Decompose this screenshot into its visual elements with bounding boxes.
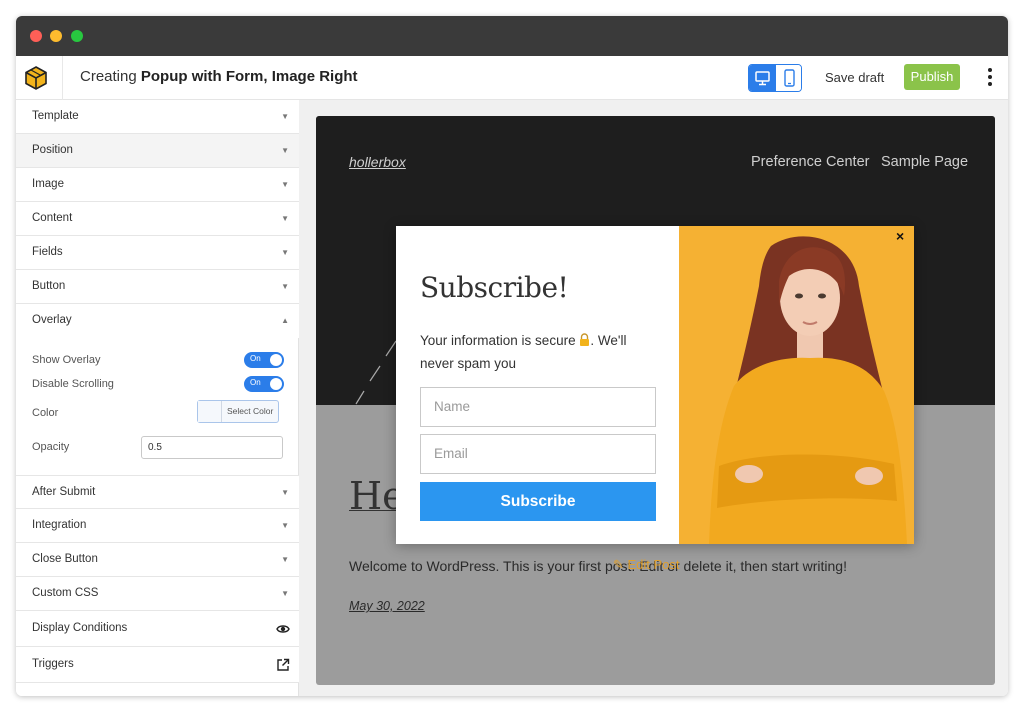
caret-down-icon: ▼ — [281, 214, 289, 223]
section-triggers[interactable]: Triggers — [16, 647, 299, 683]
section-fields[interactable]: Fields ▼ — [16, 236, 299, 270]
caret-down-icon: ▼ — [281, 282, 289, 291]
section-after-submit[interactable]: After Submit ▼ — [16, 475, 299, 509]
device-switcher — [748, 64, 802, 92]
toolbar-divider — [62, 56, 63, 100]
section-label: Close Button — [32, 553, 98, 565]
nav-link-preference-center[interactable]: Preference Center — [751, 154, 869, 170]
section-template[interactable]: Template ▼ — [16, 100, 299, 134]
section-close-button[interactable]: Close Button ▼ — [16, 543, 299, 577]
name-field[interactable]: Name — [420, 387, 656, 427]
section-label: Button — [32, 280, 66, 292]
toggle-knob — [270, 378, 282, 390]
section-label: Integration — [32, 519, 87, 531]
disable-scrolling-label: Disable Scrolling — [32, 378, 114, 390]
publish-button[interactable]: Publish — [904, 64, 960, 90]
subscribe-button[interactable]: Subscribe — [420, 482, 656, 521]
toggle-state: On — [250, 378, 261, 387]
toggle-state: On — [250, 354, 261, 363]
external-link-icon — [277, 658, 290, 671]
edit-post-label: Edit Post — [627, 557, 680, 572]
section-label: Custom CSS — [32, 587, 99, 599]
section-label: Position — [32, 144, 73, 156]
site-brand-link[interactable]: hollerbox — [349, 154, 406, 170]
save-draft-button[interactable]: Save draft — [825, 70, 884, 85]
desktop-icon — [755, 71, 770, 86]
window-maximize-button[interactable] — [71, 30, 83, 42]
preview-canvas: hollerbox Preference Center Sample Page … — [299, 100, 1008, 696]
more-options-icon[interactable] — [982, 66, 998, 88]
section-custom-css[interactable]: Custom CSS ▼ — [16, 577, 299, 611]
desktop-view-button[interactable] — [749, 65, 776, 91]
mobile-icon — [784, 69, 795, 87]
section-label: After Submit — [32, 486, 96, 498]
editor-toolbar: Creating Popup with Form, Image Right Sa… — [16, 56, 1008, 100]
section-overlay[interactable]: Overlay ▲ — [16, 304, 299, 338]
woman-portrait-illustration — [679, 226, 914, 544]
select-color-label: Select Color — [227, 406, 274, 416]
section-image[interactable]: Image ▼ — [16, 168, 299, 202]
caret-down-icon: ▼ — [281, 488, 289, 497]
popup-preview: Subscribe! Your information is secure . … — [396, 226, 914, 544]
section-button[interactable]: Button ▼ — [16, 270, 299, 304]
window-minimize-button[interactable] — [50, 30, 62, 42]
nav-link-sample-page[interactable]: Sample Page — [881, 154, 968, 170]
post-excerpt: Welcome to WordPress. This is your first… — [349, 558, 847, 574]
edit-post-link[interactable]: ✎ Edit Post — [613, 557, 680, 573]
section-label: Fields — [32, 246, 63, 258]
settings-sidebar: Template ▼ Position ▼ Image ▼ Content ▼ … — [16, 100, 299, 696]
select-color-button[interactable]: Select Color — [197, 400, 279, 423]
section-display-conditions[interactable]: Display Conditions — [16, 611, 299, 647]
opacity-label: Opacity — [32, 441, 70, 453]
popup-image — [679, 226, 914, 544]
section-label: Triggers — [32, 658, 74, 670]
popup-body-part1: Your information is secure — [420, 333, 576, 348]
disable-scrolling-toggle[interactable]: On — [244, 376, 284, 392]
section-label: Content — [32, 212, 73, 224]
toggle-knob — [270, 354, 282, 366]
section-label: Image — [32, 178, 64, 190]
section-label: Template — [32, 110, 79, 122]
popup-close-button[interactable]: × — [896, 228, 904, 244]
popup-body-text: Your information is secure . We'll never… — [420, 329, 660, 375]
caret-up-icon: ▲ — [281, 316, 289, 325]
caret-down-icon: ▼ — [281, 555, 289, 564]
site-preview: hollerbox Preference Center Sample Page … — [316, 116, 995, 685]
caret-down-icon: ▼ — [281, 521, 289, 530]
color-swatch — [198, 401, 222, 422]
page-title-prefix: Creating — [80, 68, 137, 85]
window-close-button[interactable] — [30, 30, 42, 42]
post-date[interactable]: May 30, 2022 — [349, 599, 425, 613]
section-integration[interactable]: Integration ▼ — [16, 509, 299, 543]
caret-down-icon: ▼ — [281, 589, 289, 598]
popup-heading: Subscribe! — [420, 271, 569, 304]
email-field[interactable]: Email — [420, 434, 656, 474]
opacity-input[interactable]: 0.5 — [141, 436, 283, 459]
show-overlay-toggle[interactable]: On — [244, 352, 284, 368]
show-overlay-label: Show Overlay — [32, 354, 101, 366]
caret-down-icon: ▼ — [281, 248, 289, 257]
page-title: Creating Popup with Form, Image Right — [80, 68, 358, 85]
caret-down-icon: ▼ — [281, 180, 289, 189]
caret-down-icon: ▼ — [281, 112, 289, 121]
caret-down-icon: ▼ — [281, 146, 289, 155]
section-label: Overlay — [32, 314, 72, 326]
window-titlebar — [16, 16, 1008, 56]
section-content[interactable]: Content ▼ — [16, 202, 299, 236]
lock-icon — [580, 333, 590, 346]
section-position[interactable]: Position ▼ — [16, 134, 299, 168]
section-label: Display Conditions — [32, 622, 128, 634]
color-label: Color — [32, 407, 59, 419]
hollerbox-logo-icon[interactable] — [24, 66, 48, 90]
eye-icon — [276, 625, 290, 633]
popup-name: Popup with Form, Image Right — [140, 68, 358, 85]
mobile-view-button[interactable] — [776, 65, 801, 91]
app-window: Creating Popup with Form, Image Right Sa… — [16, 16, 1008, 696]
